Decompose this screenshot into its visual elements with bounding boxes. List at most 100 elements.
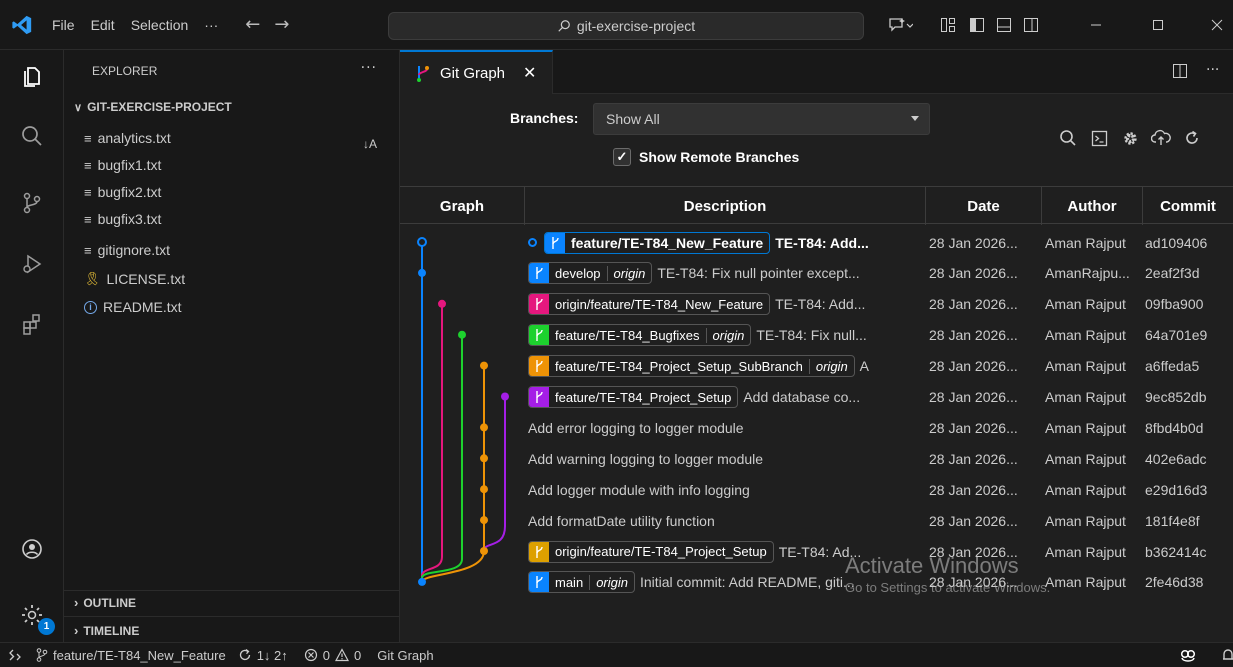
commit-author: Aman Rajput (1045, 450, 1126, 467)
sync-status[interactable]: 1↓ 2↑ (232, 643, 294, 667)
commit-dot (480, 423, 488, 432)
explorer-icon[interactable] (16, 60, 48, 92)
branch-ref-name: feature/TE-T84_New_Feature (571, 234, 764, 251)
tab-git-graph[interactable]: Git Graph ✕ (400, 50, 553, 94)
branch-ref-label[interactable]: develop origin (528, 262, 653, 285)
text-file-icon: ≡ (84, 130, 92, 146)
checkbox-checked-icon[interactable]: ✓ (613, 148, 631, 166)
branch-ref-name: origin/feature/TE-T84_New_Feature (555, 296, 764, 312)
branch-ref-label[interactable]: feature/TE-T84_Bugfixes origin (528, 324, 752, 347)
file-item[interactable]: 🎗 LICENSE.txt (84, 268, 185, 290)
root-commit-dot (418, 577, 426, 586)
commit-author: Aman Rajput (1045, 512, 1126, 529)
toggle-primary-sidebar-icon[interactable] (965, 10, 989, 40)
editor-more-icon[interactable]: ··· (1206, 62, 1219, 78)
commit-author: Aman Rajput (1045, 234, 1126, 251)
file-item[interactable]: ≡ bugfix1.txt (84, 154, 161, 176)
commit-message: TE-T84: Add... (775, 296, 866, 313)
branch-ref-label[interactable]: origin/feature/TE-T84_New_Feature (528, 293, 771, 316)
extensions-icon[interactable] (16, 308, 48, 340)
terminal-icon[interactable] (1087, 126, 1111, 150)
text-file-icon: ≡ (84, 157, 92, 173)
explorer-more-button[interactable]: ··· (361, 60, 377, 76)
branch-status[interactable]: feature/TE-T84_New_Feature (30, 643, 232, 667)
description-cell: origin/feature/TE-T84_New_Feature TE-T84:… (528, 289, 926, 320)
commit-dot (480, 485, 488, 494)
timeline-section-header[interactable]: › TIMELINE (74, 623, 139, 638)
commit-hash: 2fe46d38 (1145, 574, 1204, 591)
show-remote-branches-toggle[interactable]: ✓ Show Remote Branches (613, 148, 799, 166)
column-header-description[interactable]: Description (525, 187, 926, 225)
file-item[interactable]: ≡ bugfix3.txt (84, 208, 161, 230)
fetch-cloud-icon[interactable] (1149, 126, 1173, 150)
command-center-search[interactable]: git-exercise-project (388, 12, 864, 40)
file-item[interactable]: ≡ bugfix2.txt (84, 181, 161, 203)
commit-date: 28 Jan 2026... (929, 327, 1018, 344)
file-item[interactable]: i README.txt (84, 296, 182, 318)
close-window-icon[interactable] (1205, 10, 1229, 40)
commit-author: Aman Rajput (1045, 389, 1126, 405)
license-icon: 🎗 (84, 271, 101, 286)
branch-ref-label[interactable]: feature/TE-T84_Project_Setup (528, 386, 739, 408)
split-editor-icon[interactable] (1172, 63, 1188, 83)
toggle-secondary-sidebar-icon[interactable] (1019, 10, 1043, 40)
maximize-window-icon[interactable] (1146, 10, 1170, 40)
remote-indicator-icon[interactable] (0, 643, 30, 667)
file-name: analytics.txt (97, 130, 171, 146)
menu-file[interactable]: File (44, 10, 83, 40)
menu-selection[interactable]: Selection (123, 10, 197, 40)
search-icon[interactable] (16, 120, 48, 152)
commit-hash: 64a701e9 (1145, 327, 1208, 344)
copilot-icon[interactable] (880, 10, 920, 40)
run-debug-icon[interactable] (16, 248, 48, 280)
customize-layout-icon[interactable] (936, 10, 960, 40)
branch-ref-label[interactable]: origin/feature/TE-T84_Project_Setup (528, 540, 774, 563)
copilot-status-icon[interactable] (1180, 648, 1196, 666)
head-indicator-icon (528, 238, 537, 247)
branch-ref-label[interactable]: feature/TE-T84_New_Feature (544, 231, 771, 254)
commit-author: Aman Rajput (1045, 574, 1126, 591)
commit-hash: b362414c (1145, 543, 1207, 560)
description-cell: feature/TE-T84_Project_Setup_SubBranch or… (528, 351, 926, 382)
forward-arrow-icon[interactable]: → (267, 14, 296, 35)
commit-hash: 9ec852db (1145, 389, 1207, 405)
git-graph-status-button[interactable]: Git Graph (371, 643, 439, 667)
column-header-author[interactable]: Author (1042, 187, 1143, 225)
minimize-window-icon[interactable] (1084, 10, 1108, 40)
menu-edit[interactable]: Edit (83, 10, 123, 40)
close-icon[interactable]: ✕ (523, 63, 536, 83)
accounts-icon[interactable] (16, 533, 48, 565)
find-icon[interactable] (1056, 126, 1080, 150)
description-cell: Add logger module with info logging (528, 474, 926, 505)
notifications-bell-icon[interactable] (1222, 648, 1233, 666)
toggle-panel-icon[interactable] (992, 10, 1016, 40)
menu-more[interactable]: ··· (196, 10, 226, 40)
problems-status[interactable]: 0 0 (298, 643, 367, 667)
outline-section-header[interactable]: › OUTLINE (74, 595, 136, 610)
source-control-icon[interactable] (16, 187, 48, 219)
branch-ref-label[interactable]: feature/TE-T84_Project_Setup_SubBranch or… (528, 355, 855, 378)
project-folder-header[interactable]: ∨ GIT-EXERCISE-PROJECT (74, 100, 232, 114)
description-cell: feature/TE-T84_New_Feature TE-T84: Add... (528, 227, 926, 258)
commit-date: 28 Jan 2026... (929, 481, 1018, 498)
branch-ref-label[interactable]: main origin (528, 571, 635, 594)
column-header-graph[interactable]: Graph (400, 187, 525, 225)
file-item[interactable]: ≡ analytics.txt (84, 127, 171, 149)
branches-dropdown[interactable]: Show All (593, 103, 930, 135)
file-name: README.txt (103, 299, 182, 315)
commit-hash: 8fbd4b0d (1145, 419, 1204, 436)
column-header-date[interactable]: Date (926, 187, 1042, 225)
file-item[interactable]: ≡ gitignore.txt (84, 239, 170, 261)
commit-author: Aman Rajput (1045, 358, 1126, 375)
branch-icon (529, 294, 549, 315)
commit-message: Initial commit: Add README, giti... (639, 574, 855, 591)
watermark-title: Activate Windows (845, 553, 1019, 578)
back-arrow-icon[interactable]: ← (238, 14, 267, 35)
branch-icon (545, 232, 565, 253)
settings-gear-icon[interactable] (1118, 126, 1142, 150)
branch-line-orange (421, 365, 485, 583)
commit-dot (480, 547, 488, 555)
branches-label: Branches: (510, 110, 579, 126)
refresh-icon[interactable] (1180, 126, 1204, 150)
column-header-commit[interactable]: Commit (1143, 187, 1233, 225)
